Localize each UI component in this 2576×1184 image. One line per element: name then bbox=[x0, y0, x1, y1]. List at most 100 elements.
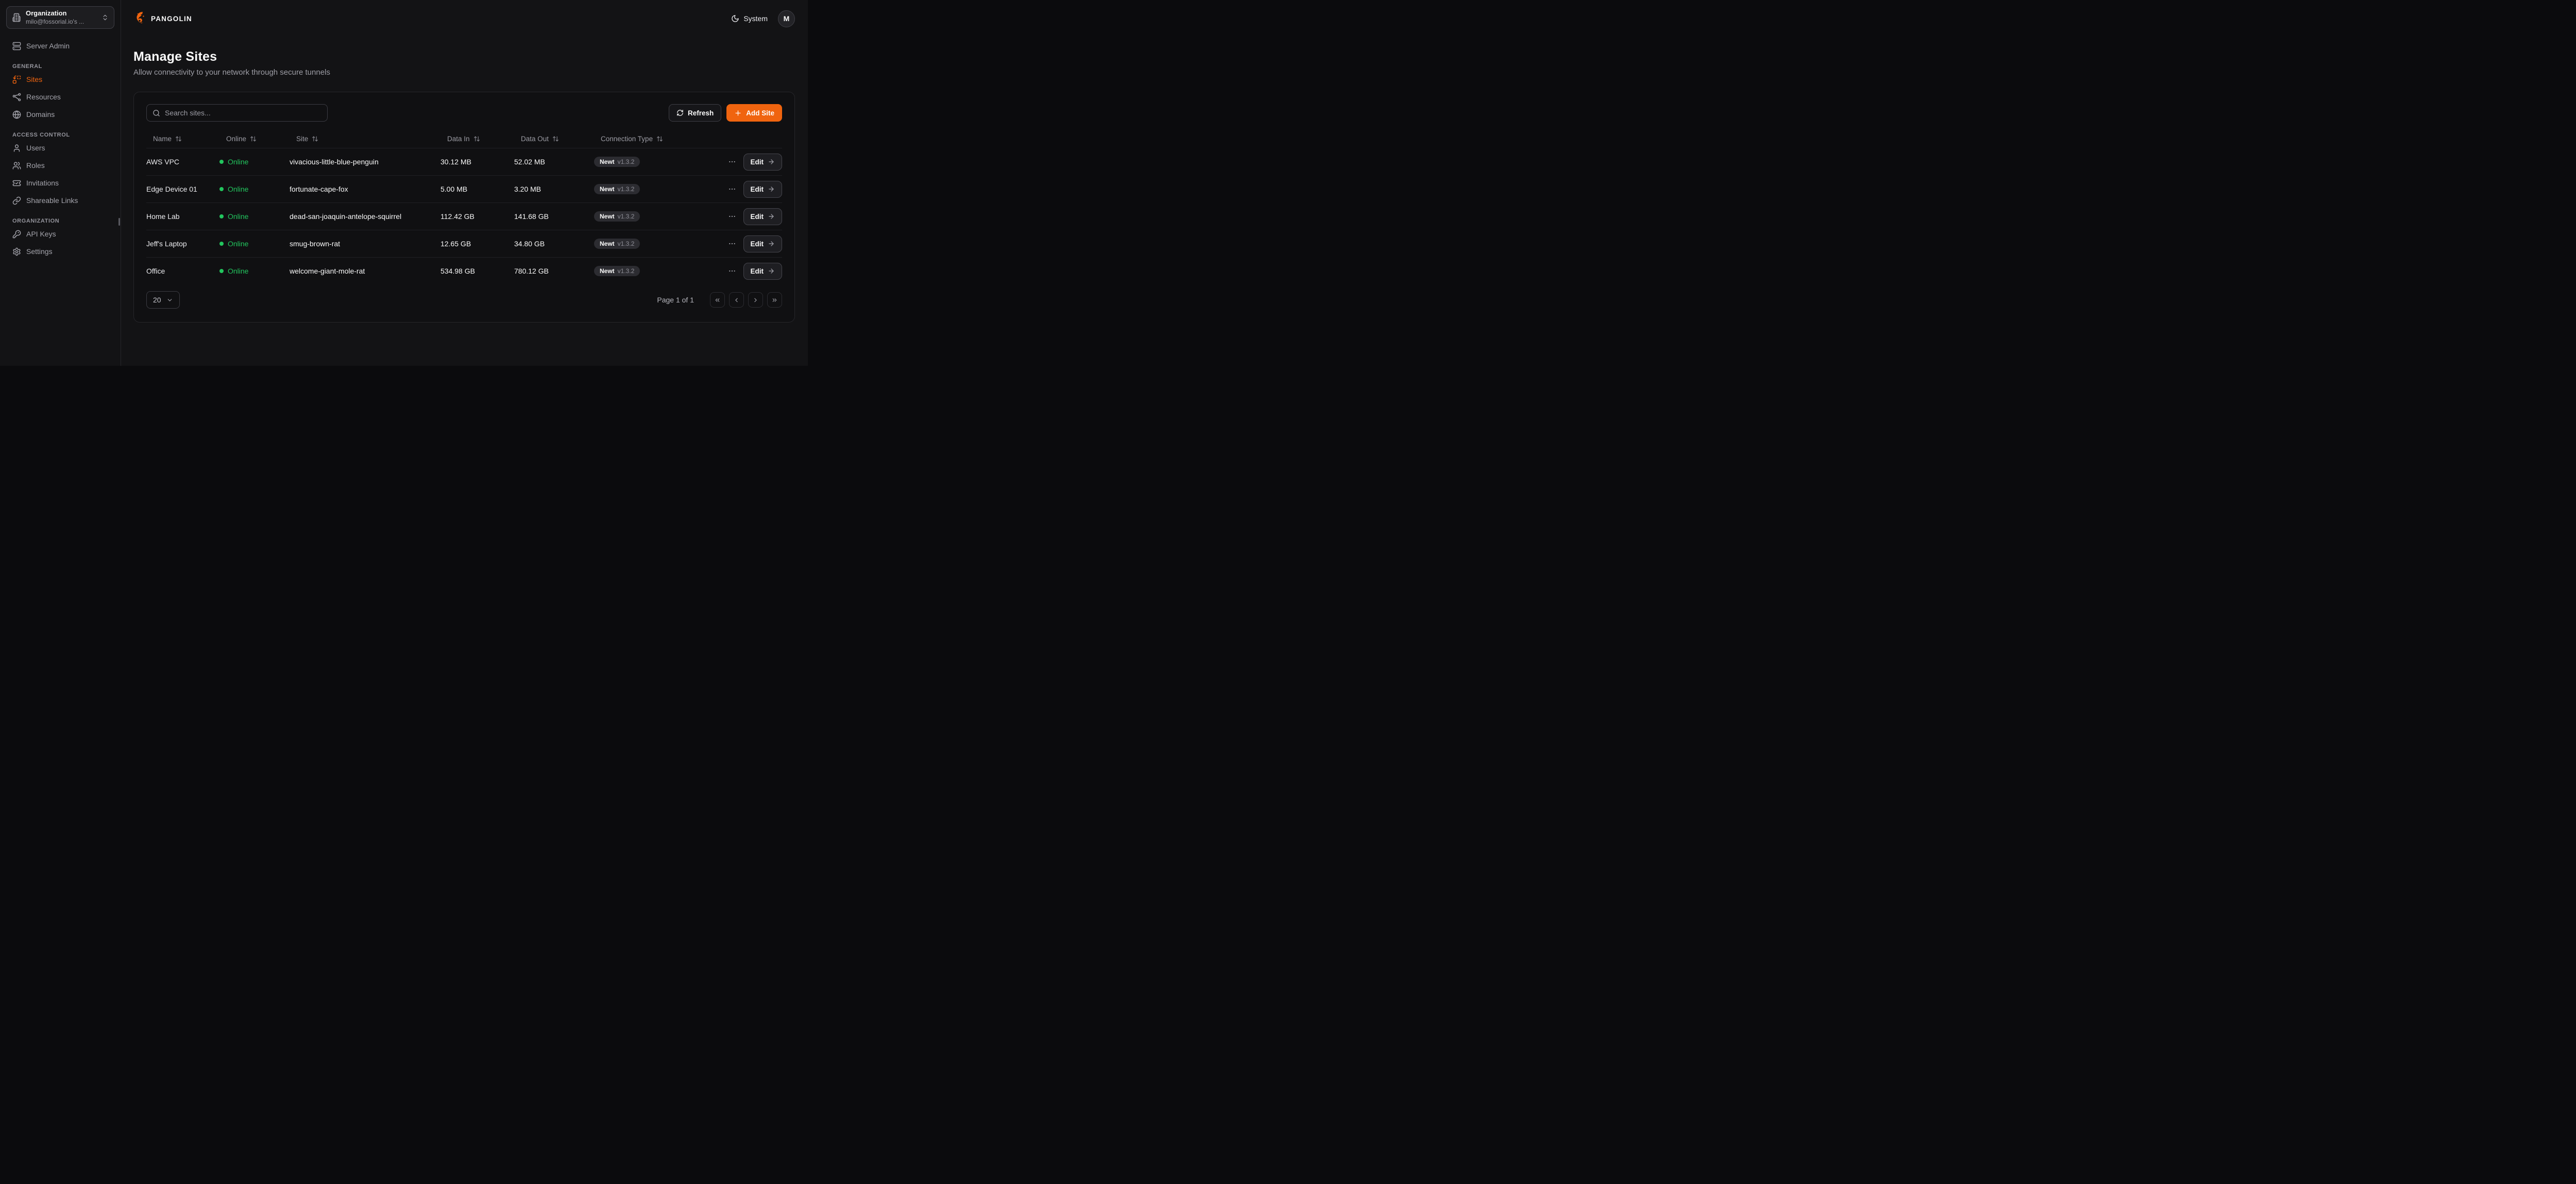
data-out-value: 141.68 GB bbox=[514, 212, 594, 221]
column-header-online[interactable]: Online bbox=[219, 135, 290, 143]
data-out-value: 3.20 MB bbox=[514, 185, 594, 193]
status-cell: Online bbox=[219, 158, 290, 166]
row-menu-button[interactable] bbox=[727, 266, 737, 276]
table-row: Home Lab Online dead-san-joaquin-antelop… bbox=[146, 202, 782, 230]
actions-cell: Edit bbox=[711, 208, 782, 225]
edit-button[interactable]: Edit bbox=[743, 181, 783, 198]
actions-cell: Edit bbox=[711, 263, 782, 280]
avatar[interactable]: M bbox=[778, 10, 795, 27]
column-header-connection-type[interactable]: Connection Type bbox=[594, 135, 711, 143]
sidebar-item-settings[interactable]: Settings bbox=[8, 243, 112, 260]
card-footer: 20 Page 1 of 1 bbox=[146, 291, 782, 309]
add-site-button[interactable]: Add Site bbox=[726, 104, 782, 122]
site-tunnel-name: fortunate-cape-fox bbox=[290, 185, 440, 193]
sidebar-item-label: Roles bbox=[26, 161, 45, 170]
last-page-button[interactable] bbox=[767, 292, 782, 308]
search-box bbox=[146, 104, 328, 122]
table-row: Edge Device 01 Online fortunate-cape-fox… bbox=[146, 175, 782, 202]
refresh-label: Refresh bbox=[688, 109, 714, 117]
row-menu-button[interactable] bbox=[727, 239, 737, 249]
main-area: PANGOLIN System M Manage Sites Allow con… bbox=[121, 0, 808, 366]
chevron-down-icon bbox=[166, 297, 173, 303]
sidebar-item-users[interactable]: Users bbox=[8, 139, 112, 157]
connection-type-cell: Newtv1.3.2 bbox=[594, 211, 711, 222]
topbar-right: System M bbox=[731, 10, 795, 27]
sidebar-item-label: Shareable Links bbox=[26, 196, 78, 205]
brand-wordmark: PANGOLIN bbox=[151, 15, 192, 23]
site-tunnel-name: dead-san-joaquin-antelope-squirrel bbox=[290, 212, 440, 221]
sidebar-item-label: Sites bbox=[26, 75, 42, 83]
arrow-right-icon bbox=[768, 158, 775, 165]
moon-icon bbox=[731, 14, 739, 23]
key-icon bbox=[12, 230, 21, 239]
row-menu-button[interactable] bbox=[727, 211, 737, 222]
arrow-right-icon bbox=[768, 240, 775, 247]
row-menu-button[interactable] bbox=[727, 184, 737, 194]
page-size-value: 20 bbox=[153, 296, 161, 304]
data-in-value: 534.98 GB bbox=[440, 267, 514, 275]
server-icon bbox=[12, 42, 21, 50]
chevron-right-icon bbox=[752, 297, 759, 303]
table-row: AWS VPC Online vivacious-little-blue-pen… bbox=[146, 148, 782, 175]
sidebar-item-label: API Keys bbox=[26, 230, 56, 238]
connection-type-badge: Newtv1.3.2 bbox=[594, 184, 640, 194]
ellipsis-icon bbox=[728, 158, 736, 166]
sidebar-item-domains[interactable]: Domains bbox=[8, 106, 112, 123]
status-badge: Online bbox=[228, 240, 248, 248]
column-header-name[interactable]: Name bbox=[146, 135, 219, 143]
sort-icon bbox=[656, 136, 663, 142]
org-texts: Organization milo@fossorial.io's ... bbox=[26, 9, 97, 25]
sidebar-item-invitations[interactable]: Invitations bbox=[8, 174, 112, 192]
card-toolbar: Refresh Add Site bbox=[146, 104, 782, 122]
edit-button[interactable]: Edit bbox=[743, 235, 783, 252]
sidebar-item-roles[interactable]: Roles bbox=[8, 157, 112, 174]
status-dot bbox=[219, 187, 224, 191]
waypoints-icon bbox=[12, 93, 21, 102]
row-menu-button[interactable] bbox=[727, 157, 737, 167]
sidebar-item-shareable-links[interactable]: Shareable Links bbox=[8, 192, 112, 209]
globe-icon bbox=[12, 110, 21, 119]
edit-button[interactable]: Edit bbox=[743, 263, 783, 280]
site-tunnel-name: welcome-giant-mole-rat bbox=[290, 267, 440, 275]
page-size-select[interactable]: 20 bbox=[146, 291, 180, 309]
pager bbox=[710, 292, 782, 308]
actions-cell: Edit bbox=[711, 235, 782, 252]
column-header-data-in[interactable]: Data In bbox=[440, 135, 514, 143]
search-input[interactable] bbox=[165, 109, 321, 117]
sidebar-item-server-admin[interactable]: Server Admin bbox=[8, 37, 112, 55]
previous-page-button[interactable] bbox=[729, 292, 744, 308]
sidebar-item-label: Domains bbox=[26, 110, 55, 119]
refresh-button[interactable]: Refresh bbox=[669, 104, 721, 122]
column-header-data-out[interactable]: Data Out bbox=[514, 135, 594, 143]
status-badge: Online bbox=[228, 267, 248, 275]
chevrons-up-down-icon bbox=[101, 14, 109, 21]
page-title: Manage Sites bbox=[133, 49, 795, 64]
actions-cell: Edit bbox=[711, 154, 782, 171]
ellipsis-icon bbox=[728, 267, 736, 275]
sidebar-item-api-keys[interactable]: API Keys bbox=[8, 225, 112, 243]
sites-icon bbox=[12, 75, 21, 84]
section-heading-access-control: ACCESS CONTROL bbox=[12, 132, 108, 138]
status-cell: Online bbox=[219, 240, 290, 248]
theme-toggle[interactable]: System bbox=[731, 14, 768, 23]
status-badge: Online bbox=[228, 185, 248, 193]
next-page-button[interactable] bbox=[748, 292, 763, 308]
link-icon bbox=[12, 196, 21, 205]
site-name: Jeff's Laptop bbox=[146, 240, 219, 248]
edit-button[interactable]: Edit bbox=[743, 208, 783, 225]
sidebar-item-sites[interactable]: Sites bbox=[8, 71, 112, 88]
sidebar-nav: Server Admin GENERAL Sites Resources Dom bbox=[6, 37, 114, 260]
column-header-site[interactable]: Site bbox=[290, 135, 440, 143]
user-icon bbox=[12, 144, 21, 153]
org-selector[interactable]: Organization milo@fossorial.io's ... bbox=[6, 6, 114, 29]
page-subtitle: Allow connectivity to your network throu… bbox=[133, 68, 795, 77]
sidebar-item-label: Users bbox=[26, 144, 45, 152]
plus-icon bbox=[734, 109, 742, 117]
sidebar-item-resources[interactable]: Resources bbox=[8, 88, 112, 106]
first-page-button[interactable] bbox=[710, 292, 725, 308]
edit-button[interactable]: Edit bbox=[743, 154, 783, 171]
avatar-initial: M bbox=[784, 14, 790, 23]
sidebar-scrollbar-thumb[interactable] bbox=[118, 218, 120, 226]
add-site-label: Add Site bbox=[746, 109, 774, 117]
connection-type-cell: Newtv1.3.2 bbox=[594, 157, 711, 167]
